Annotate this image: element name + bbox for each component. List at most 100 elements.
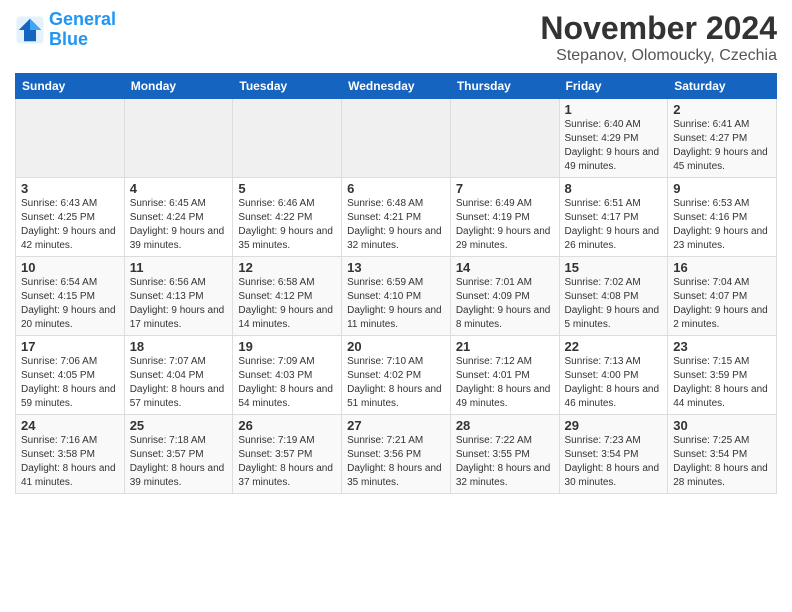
calendar-cell [450, 99, 559, 178]
calendar-cell: 12Sunrise: 6:58 AM Sunset: 4:12 PM Dayli… [233, 257, 342, 336]
calendar-cell: 5Sunrise: 6:46 AM Sunset: 4:22 PM Daylig… [233, 178, 342, 257]
day-info: Sunrise: 6:51 AM Sunset: 4:17 PM Dayligh… [565, 197, 663, 253]
day-info: Sunrise: 7:12 AM Sunset: 4:01 PM Dayligh… [456, 355, 554, 411]
day-info: Sunrise: 6:45 AM Sunset: 4:24 PM Dayligh… [130, 197, 228, 253]
day-info: Sunrise: 6:56 AM Sunset: 4:13 PM Dayligh… [130, 276, 228, 332]
page-container: General Blue November 2024 Stepanov, Olo… [0, 0, 792, 504]
day-info: Sunrise: 6:49 AM Sunset: 4:19 PM Dayligh… [456, 197, 554, 253]
day-info: Sunrise: 7:19 AM Sunset: 3:57 PM Dayligh… [238, 434, 336, 490]
day-info: Sunrise: 6:58 AM Sunset: 4:12 PM Dayligh… [238, 276, 336, 332]
calendar-cell: 18Sunrise: 7:07 AM Sunset: 4:04 PM Dayli… [124, 336, 233, 415]
page-header: General Blue November 2024 Stepanov, Olo… [15, 10, 777, 65]
day-number: 19 [238, 339, 336, 354]
calendar-cell [233, 99, 342, 178]
day-number: 26 [238, 418, 336, 433]
calendar-header-row: SundayMondayTuesdayWednesdayThursdayFrid… [16, 74, 777, 99]
day-number: 16 [673, 260, 771, 275]
day-number: 4 [130, 181, 228, 196]
day-info: Sunrise: 6:48 AM Sunset: 4:21 PM Dayligh… [347, 197, 445, 253]
day-header: Tuesday [233, 74, 342, 99]
day-info: Sunrise: 7:22 AM Sunset: 3:55 PM Dayligh… [456, 434, 554, 490]
day-info: Sunrise: 6:59 AM Sunset: 4:10 PM Dayligh… [347, 276, 445, 332]
calendar-week-row: 24Sunrise: 7:16 AM Sunset: 3:58 PM Dayli… [16, 415, 777, 494]
day-number: 29 [565, 418, 663, 433]
day-number: 8 [565, 181, 663, 196]
calendar-cell: 25Sunrise: 7:18 AM Sunset: 3:57 PM Dayli… [124, 415, 233, 494]
day-header: Thursday [450, 74, 559, 99]
day-number: 10 [21, 260, 119, 275]
calendar-cell: 13Sunrise: 6:59 AM Sunset: 4:10 PM Dayli… [342, 257, 451, 336]
day-info: Sunrise: 7:07 AM Sunset: 4:04 PM Dayligh… [130, 355, 228, 411]
day-number: 3 [21, 181, 119, 196]
day-info: Sunrise: 7:02 AM Sunset: 4:08 PM Dayligh… [565, 276, 663, 332]
calendar-cell [342, 99, 451, 178]
day-header: Monday [124, 74, 233, 99]
month-title: November 2024 [540, 10, 777, 47]
calendar-week-row: 3Sunrise: 6:43 AM Sunset: 4:25 PM Daylig… [16, 178, 777, 257]
calendar-cell: 6Sunrise: 6:48 AM Sunset: 4:21 PM Daylig… [342, 178, 451, 257]
calendar-cell: 1Sunrise: 6:40 AM Sunset: 4:29 PM Daylig… [559, 99, 668, 178]
day-info: Sunrise: 7:10 AM Sunset: 4:02 PM Dayligh… [347, 355, 445, 411]
calendar-week-row: 10Sunrise: 6:54 AM Sunset: 4:15 PM Dayli… [16, 257, 777, 336]
day-number: 13 [347, 260, 445, 275]
calendar-cell: 14Sunrise: 7:01 AM Sunset: 4:09 PM Dayli… [450, 257, 559, 336]
calendar-week-row: 1Sunrise: 6:40 AM Sunset: 4:29 PM Daylig… [16, 99, 777, 178]
logo-text: General Blue [49, 10, 116, 50]
calendar-cell: 22Sunrise: 7:13 AM Sunset: 4:00 PM Dayli… [559, 336, 668, 415]
day-number: 27 [347, 418, 445, 433]
day-number: 17 [21, 339, 119, 354]
calendar-cell: 23Sunrise: 7:15 AM Sunset: 3:59 PM Dayli… [668, 336, 777, 415]
day-info: Sunrise: 6:54 AM Sunset: 4:15 PM Dayligh… [21, 276, 119, 332]
day-info: Sunrise: 7:13 AM Sunset: 4:00 PM Dayligh… [565, 355, 663, 411]
day-number: 11 [130, 260, 228, 275]
day-number: 23 [673, 339, 771, 354]
calendar-cell: 28Sunrise: 7:22 AM Sunset: 3:55 PM Dayli… [450, 415, 559, 494]
day-number: 18 [130, 339, 228, 354]
calendar-cell: 16Sunrise: 7:04 AM Sunset: 4:07 PM Dayli… [668, 257, 777, 336]
day-header: Sunday [16, 74, 125, 99]
calendar-cell: 29Sunrise: 7:23 AM Sunset: 3:54 PM Dayli… [559, 415, 668, 494]
day-number: 22 [565, 339, 663, 354]
calendar-cell: 27Sunrise: 7:21 AM Sunset: 3:56 PM Dayli… [342, 415, 451, 494]
calendar-cell: 8Sunrise: 6:51 AM Sunset: 4:17 PM Daylig… [559, 178, 668, 257]
day-info: Sunrise: 7:21 AM Sunset: 3:56 PM Dayligh… [347, 434, 445, 490]
calendar-cell: 24Sunrise: 7:16 AM Sunset: 3:58 PM Dayli… [16, 415, 125, 494]
calendar-cell [16, 99, 125, 178]
day-number: 30 [673, 418, 771, 433]
day-info: Sunrise: 7:16 AM Sunset: 3:58 PM Dayligh… [21, 434, 119, 490]
calendar-cell: 26Sunrise: 7:19 AM Sunset: 3:57 PM Dayli… [233, 415, 342, 494]
calendar-cell [124, 99, 233, 178]
calendar-body: 1Sunrise: 6:40 AM Sunset: 4:29 PM Daylig… [16, 99, 777, 494]
day-number: 21 [456, 339, 554, 354]
calendar-cell: 20Sunrise: 7:10 AM Sunset: 4:02 PM Dayli… [342, 336, 451, 415]
calendar-week-row: 17Sunrise: 7:06 AM Sunset: 4:05 PM Dayli… [16, 336, 777, 415]
logo-line1: General [49, 9, 116, 29]
day-info: Sunrise: 7:18 AM Sunset: 3:57 PM Dayligh… [130, 434, 228, 490]
calendar-cell: 21Sunrise: 7:12 AM Sunset: 4:01 PM Dayli… [450, 336, 559, 415]
day-info: Sunrise: 6:43 AM Sunset: 4:25 PM Dayligh… [21, 197, 119, 253]
day-header: Saturday [668, 74, 777, 99]
calendar-cell: 2Sunrise: 6:41 AM Sunset: 4:27 PM Daylig… [668, 99, 777, 178]
calendar-cell: 4Sunrise: 6:45 AM Sunset: 4:24 PM Daylig… [124, 178, 233, 257]
day-info: Sunrise: 7:23 AM Sunset: 3:54 PM Dayligh… [565, 434, 663, 490]
day-info: Sunrise: 7:04 AM Sunset: 4:07 PM Dayligh… [673, 276, 771, 332]
calendar-cell: 11Sunrise: 6:56 AM Sunset: 4:13 PM Dayli… [124, 257, 233, 336]
day-number: 5 [238, 181, 336, 196]
day-number: 25 [130, 418, 228, 433]
day-number: 20 [347, 339, 445, 354]
day-info: Sunrise: 7:15 AM Sunset: 3:59 PM Dayligh… [673, 355, 771, 411]
day-number: 7 [456, 181, 554, 196]
day-number: 24 [21, 418, 119, 433]
day-header: Friday [559, 74, 668, 99]
calendar-cell: 9Sunrise: 6:53 AM Sunset: 4:16 PM Daylig… [668, 178, 777, 257]
calendar-cell: 7Sunrise: 6:49 AM Sunset: 4:19 PM Daylig… [450, 178, 559, 257]
day-info: Sunrise: 7:09 AM Sunset: 4:03 PM Dayligh… [238, 355, 336, 411]
calendar-cell: 17Sunrise: 7:06 AM Sunset: 4:05 PM Dayli… [16, 336, 125, 415]
day-number: 1 [565, 102, 663, 117]
day-number: 9 [673, 181, 771, 196]
calendar-cell: 10Sunrise: 6:54 AM Sunset: 4:15 PM Dayli… [16, 257, 125, 336]
location-subtitle: Stepanov, Olomoucky, Czechia [540, 47, 777, 65]
calendar-cell: 15Sunrise: 7:02 AM Sunset: 4:08 PM Dayli… [559, 257, 668, 336]
day-header: Wednesday [342, 74, 451, 99]
calendar-cell: 19Sunrise: 7:09 AM Sunset: 4:03 PM Dayli… [233, 336, 342, 415]
